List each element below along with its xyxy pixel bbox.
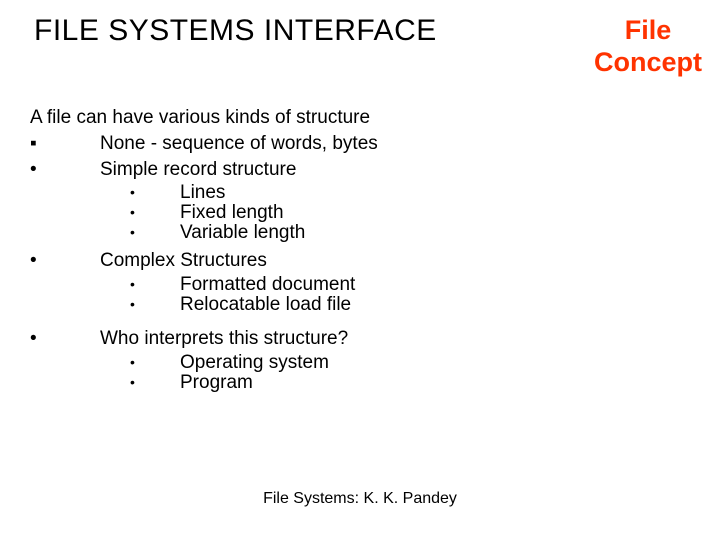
sub-list-item: • Formatted document (30, 275, 690, 294)
bullet-mark: • (30, 249, 100, 273)
bullet-mark: • (30, 295, 180, 314)
sub-list-item: • Variable length (30, 223, 690, 242)
bullet-text: Lines (180, 183, 225, 202)
list-item: • Simple record structure (30, 158, 690, 182)
subtitle-line-2: Concept (594, 47, 702, 77)
bullet-mark: • (30, 203, 180, 222)
bullet-mark: • (30, 353, 180, 372)
bullet-mark: • (30, 275, 180, 294)
bullet-text: Variable length (180, 223, 305, 242)
bullet-mark: • (30, 223, 180, 242)
intro-text: A file can have various kinds of structu… (30, 106, 690, 130)
bullet-mark: • (30, 373, 180, 392)
sub-list-item: • Operating system (30, 353, 690, 372)
slide-title: FILE SYSTEMS INTERFACE (34, 14, 437, 48)
bullet-text: Fixed length (180, 203, 284, 222)
bullet-text: Simple record structure (100, 158, 296, 182)
sub-list-item: • Relocatable load file (30, 295, 690, 314)
bullet-text: Formatted document (180, 275, 355, 294)
slide-body: A file can have various kinds of structu… (30, 106, 690, 393)
subtitle-line-1: File (625, 15, 672, 45)
list-item: • Complex Structures (30, 249, 690, 273)
bullet-text: Who interprets this structure? (100, 327, 348, 351)
bullet-text: None - sequence of words, bytes (100, 132, 378, 156)
bullet-text: Operating system (180, 353, 329, 372)
slide-subtitle: File Concept (594, 14, 702, 79)
slide-footer: File Systems: K. K. Pandey (0, 490, 720, 508)
sub-list-item: • Lines (30, 183, 690, 202)
slide: FILE SYSTEMS INTERFACE File Concept A fi… (0, 0, 720, 540)
bullet-mark: • (30, 327, 100, 351)
bullet-text: Program (180, 373, 253, 392)
bullet-mark: • (30, 183, 180, 202)
sub-list-item: • Fixed length (30, 203, 690, 222)
list-item: • Who interprets this structure? (30, 327, 690, 351)
bullet-text: Relocatable load file (180, 295, 351, 314)
bullet-mark: • (30, 158, 100, 182)
list-item: ▪ None - sequence of words, bytes (30, 132, 690, 156)
bullet-text: Complex Structures (100, 249, 267, 273)
sub-list-item: • Program (30, 373, 690, 392)
bullet-mark: ▪ (30, 132, 100, 156)
